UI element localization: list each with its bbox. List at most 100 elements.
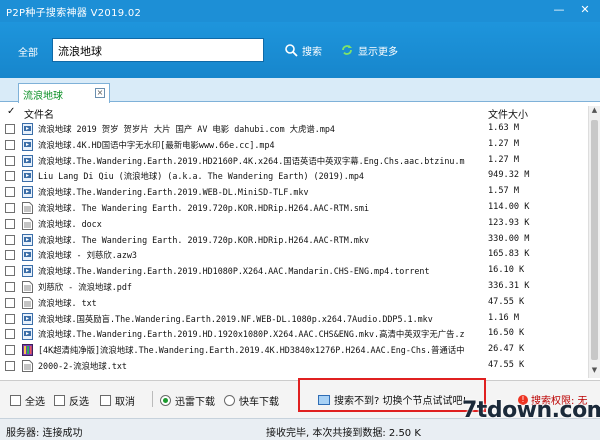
search-button[interactable]: 搜索 bbox=[284, 40, 322, 60]
check-column-header[interactable]: ✓ bbox=[7, 106, 15, 117]
file-row[interactable]: Liu Lang Di Qiu (流浪地球) (a.k.a. The Wande… bbox=[0, 168, 588, 183]
name-column-header[interactable]: 文件名 bbox=[24, 106, 54, 121]
title-bar: P2P种子搜索神器 V2019.02 — ✕ bbox=[0, 0, 600, 22]
file-name: 流浪地球. docx bbox=[38, 218, 102, 229]
file-size: 949.32 M bbox=[488, 170, 530, 181]
file-row[interactable]: 流浪地球. The Wandering Earth. 2019.720p.KOR… bbox=[0, 232, 588, 247]
video-file-icon bbox=[22, 123, 33, 135]
file-list: 流浪地球 2019 贺岁 贺岁片 大片 国产 AV 电影 dahubi.com … bbox=[0, 121, 588, 377]
row-checkbox[interactable] bbox=[5, 361, 15, 371]
file-row[interactable]: 流浪地球.国英励盲.The.Wandering.Earth.2019.NF.WE… bbox=[0, 311, 588, 326]
text-file-icon bbox=[22, 360, 33, 372]
tab-search-result[interactable]: 流浪地球 × bbox=[18, 83, 110, 103]
row-checkbox[interactable] bbox=[5, 266, 15, 277]
vertical-scrollbar[interactable]: ▲ ▼ bbox=[588, 106, 600, 378]
file-row[interactable]: 流浪地球.The.Wandering.Earth.2019.HD.1920x10… bbox=[0, 326, 588, 341]
row-checkbox[interactable] bbox=[5, 297, 15, 308]
monitor-icon bbox=[318, 394, 330, 405]
close-button[interactable]: ✕ bbox=[574, 2, 596, 18]
row-checkbox[interactable] bbox=[5, 282, 15, 292]
switch-node-hint-box[interactable]: 搜索不到? 切换个节点试试吧! bbox=[298, 378, 486, 412]
text-file-icon bbox=[22, 217, 33, 230]
file-row[interactable]: 流浪地球. The Wandering Earth. 2019.720p.KOR… bbox=[0, 200, 588, 215]
file-name: 流浪地球.4K.HD国语中字无水印[最新电影www.66e.cc].mp4 bbox=[38, 139, 275, 150]
file-name: 流浪地球 - 刘慈欣.azw3 bbox=[38, 250, 137, 261]
row-checkbox[interactable] bbox=[5, 139, 15, 150]
show-more-button[interactable]: 显示更多 bbox=[340, 40, 398, 60]
file-size: 114.00 K bbox=[488, 202, 530, 212]
site-watermark: 7tdown.com bbox=[462, 398, 600, 423]
scroll-up-icon[interactable]: ▲ bbox=[589, 106, 600, 118]
switch-node-hint[interactable]: 搜索不到? 切换个节点试试吧! bbox=[318, 392, 467, 407]
divider bbox=[152, 391, 153, 407]
file-row[interactable]: 2000-2-流浪地球.txt 47.55 K bbox=[0, 358, 588, 373]
file-name: 2000-2-流浪地球.txt bbox=[38, 361, 127, 371]
search-input[interactable]: 流浪地球 bbox=[52, 38, 264, 62]
invert-label: 反选 bbox=[69, 397, 89, 408]
file-name: 刘慈欣 - 流浪地球.pdf bbox=[38, 282, 132, 292]
file-row[interactable]: 流浪地球.The.Wandering.Earth.2019.HD1080P.X2… bbox=[0, 263, 588, 278]
file-name: 流浪地球. The Wandering Earth. 2019.720p.KOR… bbox=[38, 234, 369, 245]
row-checkbox[interactable] bbox=[5, 171, 15, 182]
file-row[interactable]: 流浪地球.The.Wandering.Earth.2019.HD2160P.4K… bbox=[0, 153, 588, 168]
checkbox-box bbox=[100, 395, 111, 406]
file-size: 1.16 M bbox=[488, 312, 520, 323]
row-checkbox[interactable] bbox=[5, 345, 15, 356]
scroll-down-icon[interactable]: ▼ bbox=[589, 366, 600, 378]
file-row[interactable]: 流浪地球. txt 47.55 K bbox=[0, 295, 588, 310]
text-file-icon bbox=[22, 296, 33, 309]
text-file-icon bbox=[22, 281, 33, 293]
file-name: 流浪地球.The.Wandering.Earth.2019.HD1080P.X2… bbox=[38, 266, 430, 277]
file-row[interactable]: 流浪地球 2019 贺岁 贺岁片 大片 国产 AV 电影 dahubi.com … bbox=[0, 121, 588, 136]
select-all-checkbox[interactable]: 全选 bbox=[10, 393, 45, 408]
cancel-checkbox[interactable]: 取消 bbox=[100, 393, 135, 408]
thunder-download-radio[interactable]: 迅雷下载 bbox=[160, 393, 215, 408]
search-scope-label[interactable]: 全部 bbox=[18, 44, 38, 59]
file-name: 流浪地球.The.Wandering.Earth.2019.HD.1920x10… bbox=[38, 329, 465, 340]
file-name: 流浪地球.The.Wandering.Earth.2019.HD2160P.4K… bbox=[38, 155, 465, 166]
tab-strip: 流浪地球 × bbox=[0, 78, 600, 103]
row-checkbox[interactable] bbox=[5, 329, 15, 340]
video-file-icon bbox=[22, 170, 33, 183]
checkbox-box bbox=[10, 395, 21, 406]
file-size: 1.57 M bbox=[488, 186, 520, 197]
search-header: 全部 流浪地球 搜索 显示更多 bbox=[0, 22, 600, 78]
row-checkbox[interactable] bbox=[5, 187, 15, 198]
video-file-icon bbox=[22, 249, 33, 262]
select-all-label: 全选 bbox=[25, 397, 45, 408]
file-row[interactable]: 刘慈欣 - 流浪地球.pdf 336.31 K bbox=[0, 279, 588, 294]
row-checkbox[interactable] bbox=[5, 313, 15, 324]
express-download-radio[interactable]: 快车下载 bbox=[224, 393, 279, 408]
file-size: 336.31 K bbox=[488, 281, 530, 291]
file-row[interactable]: 流浪地球.4K.HD国语中字无水印[最新电影www.66e.cc].mp4 1.2… bbox=[0, 137, 588, 152]
file-name: 流浪地球. The Wandering Earth. 2019.720p.KOR… bbox=[38, 203, 369, 213]
radio-unselected bbox=[224, 395, 235, 406]
video-file-icon bbox=[22, 154, 33, 167]
row-checkbox[interactable] bbox=[5, 234, 15, 245]
minimize-button[interactable]: — bbox=[548, 2, 570, 18]
tab-close-icon[interactable]: × bbox=[95, 88, 105, 98]
row-checkbox[interactable] bbox=[5, 203, 15, 213]
file-size: 330.00 M bbox=[488, 233, 530, 244]
row-checkbox[interactable] bbox=[5, 124, 15, 134]
scroll-thumb[interactable] bbox=[591, 120, 598, 360]
table-header: ✓ 文件名 文件大小 bbox=[0, 106, 600, 121]
cancel-label: 取消 bbox=[115, 397, 135, 408]
row-checkbox[interactable] bbox=[5, 155, 15, 166]
file-row[interactable]: 流浪地球. docx 123.93 K bbox=[0, 216, 588, 231]
thunder-download-label: 迅雷下载 bbox=[175, 397, 215, 408]
file-row[interactable]: 流浪地球.The.Wandering.Earth.2019.WEB-DL.Min… bbox=[0, 184, 588, 199]
video-file-icon bbox=[22, 312, 33, 325]
invert-selection-checkbox[interactable]: 反选 bbox=[54, 393, 89, 408]
file-name: Liu Lang Di Qiu (流浪地球) (a.k.a. The Wande… bbox=[38, 171, 364, 182]
video-file-icon bbox=[22, 233, 33, 246]
book-file-icon bbox=[22, 344, 33, 357]
row-checkbox[interactable] bbox=[5, 218, 15, 229]
file-row[interactable]: 流浪地球 - 刘慈欣.azw3 165.83 K bbox=[0, 247, 588, 262]
video-file-icon bbox=[22, 186, 33, 199]
server-status: 服务器: 连接成功 bbox=[6, 428, 83, 439]
size-column-header[interactable]: 文件大小 bbox=[488, 106, 528, 121]
tab-label: 流浪地球 bbox=[23, 91, 63, 102]
file-row[interactable]: [4K超清纯净版]流浪地球.The.Wandering.Earth.2019.4… bbox=[0, 342, 588, 357]
row-checkbox[interactable] bbox=[5, 250, 15, 261]
